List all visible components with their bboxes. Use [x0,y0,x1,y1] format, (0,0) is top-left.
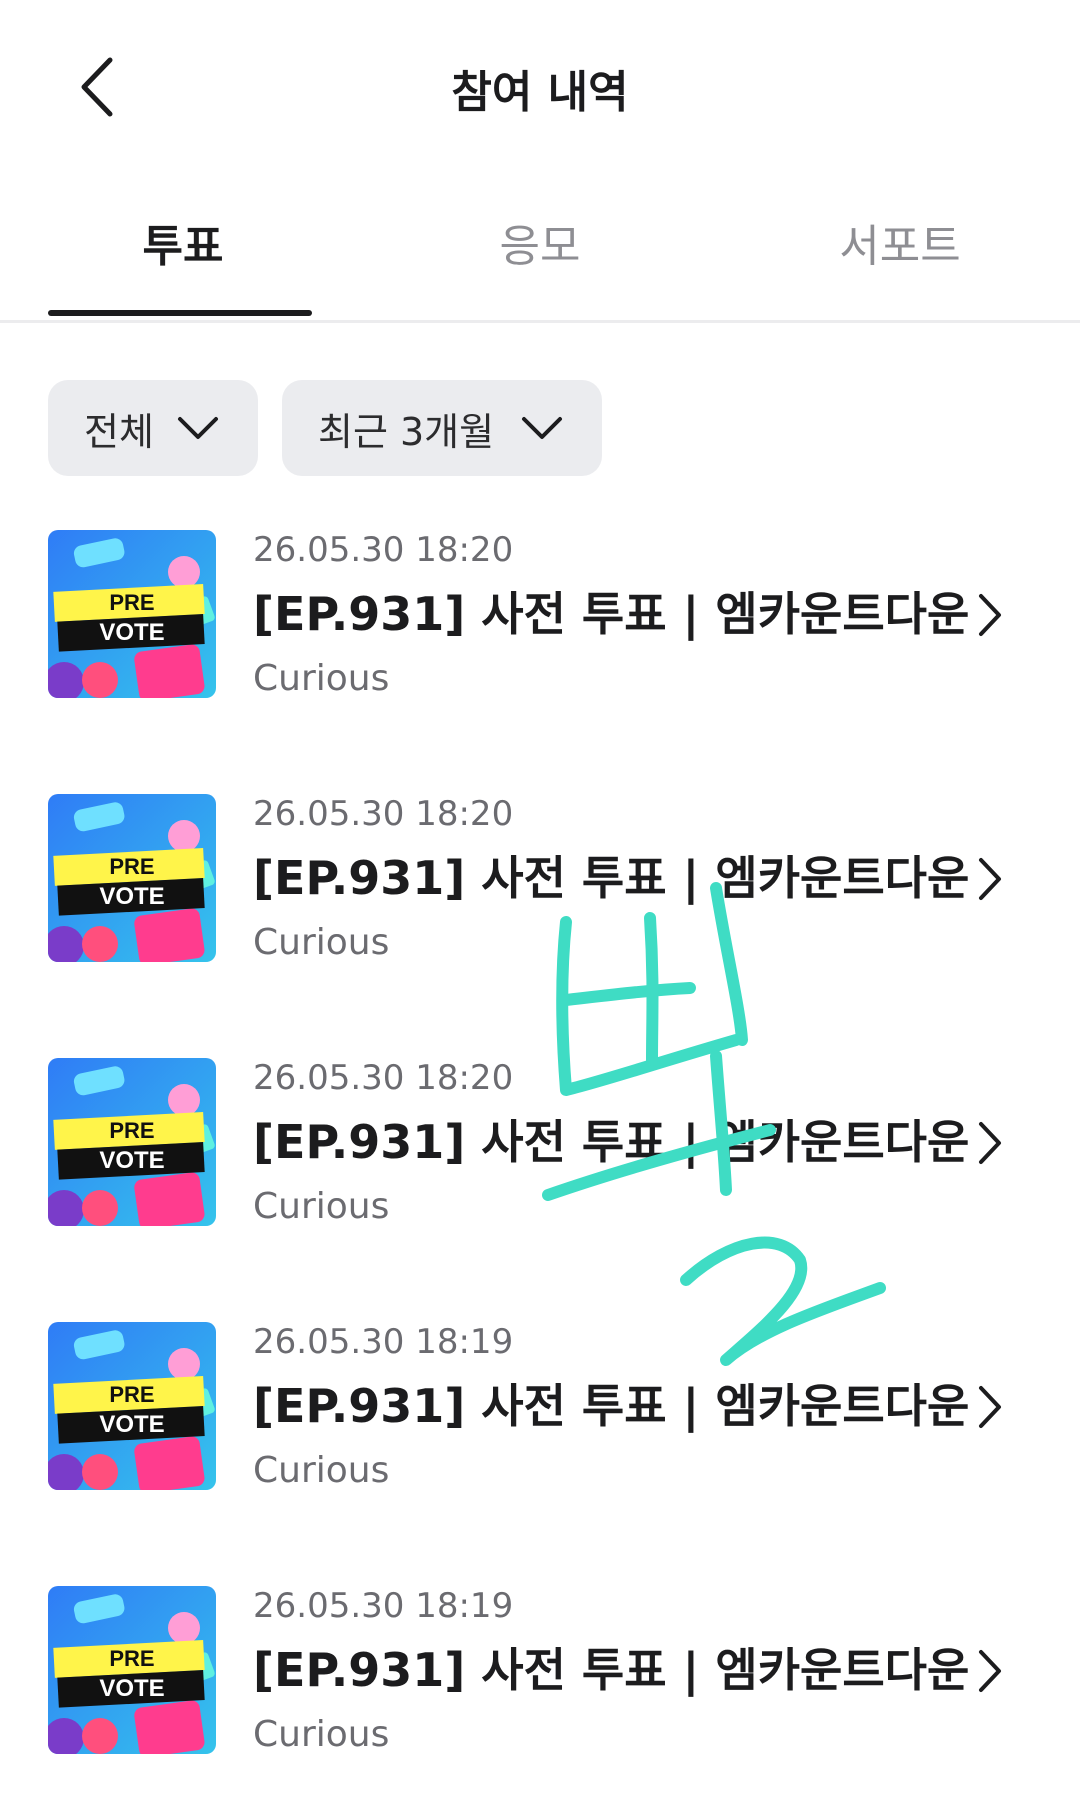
svg-text:PRE: PRE [109,1646,154,1671]
tab-support[interactable]: 서포트 [765,210,1035,274]
chevron-right-icon [975,1382,1005,1432]
item-title: [EP.931] 사전 투표 | 엠카운트다운 [253,587,970,641]
pre-vote-thumbnail: PRE VOTE [48,530,216,698]
active-tab-indicator [48,310,312,316]
list-item[interactable]: PRE VOTE 26.05.30 18:20 [EP.931] 사전 투표 |… [0,1058,1080,1228]
item-subtitle: Curious [253,1450,390,1491]
item-date: 26.05.30 18:20 [253,530,514,570]
item-date: 26.05.30 18:19 [253,1322,514,1362]
svg-text:VOTE: VOTE [99,1147,164,1174]
tab-entry[interactable]: 응모 [405,210,675,274]
item-date: 26.05.30 18:19 [253,1586,514,1626]
item-title: [EP.931] 사전 투표 | 엠카운트다운 [253,1115,970,1169]
svg-text:PRE: PRE [109,590,154,615]
list-item[interactable]: PRE VOTE 26.05.30 18:19 [EP.931] 사전 투표 |… [0,1586,1080,1756]
item-date: 26.05.30 18:20 [253,1058,514,1098]
chevron-right-icon [975,854,1005,904]
page-title: 참여 내역 [451,67,629,118]
filter-category-label: 전체 [84,409,154,454]
svg-text:VOTE: VOTE [99,883,164,910]
list-item[interactable]: PRE VOTE 26.05.30 18:20 [EP.931] 사전 투표 |… [0,530,1080,700]
svg-text:VOTE: VOTE [99,1675,164,1702]
pre-vote-thumbnail: PRE VOTE [48,1586,216,1754]
svg-text:PRE: PRE [109,1382,154,1407]
chevron-right-icon [975,590,1005,640]
pre-vote-thumbnail: PRE VOTE [48,1058,216,1226]
filter-period-dropdown[interactable]: 최근 3개월 [282,380,602,476]
chevron-right-icon [975,1646,1005,1696]
filter-category-dropdown[interactable]: 전체 [48,380,258,476]
chevron-right-icon [975,1118,1005,1168]
chevron-down-icon [522,417,562,439]
filter-period-label: 최근 3개월 [318,409,495,454]
svg-text:VOTE: VOTE [99,1411,164,1438]
list-item[interactable]: PRE VOTE 26.05.30 18:19 [EP.931] 사전 투표 |… [0,1322,1080,1492]
pre-vote-thumbnail: PRE VOTE [48,794,216,962]
pre-vote-thumbnail: PRE VOTE [48,1322,216,1490]
chevron-down-icon [178,417,218,439]
item-subtitle: Curious [253,658,390,699]
header: 참여 내역 [0,0,1080,170]
item-subtitle: Curious [253,922,390,963]
svg-text:PRE: PRE [109,1118,154,1143]
item-date: 26.05.30 18:20 [253,794,514,834]
tab-vote[interactable]: 투표 [48,210,318,274]
item-title: [EP.931] 사전 투표 | 엠카운트다운 [253,1379,970,1433]
tab-bar: 투표 응모 서포트 [0,190,1080,323]
item-title: [EP.931] 사전 투표 | 엠카운트다운 [253,1643,970,1697]
list-item[interactable]: PRE VOTE 26.05.30 18:20 [EP.931] 사전 투표 |… [0,794,1080,964]
item-subtitle: Curious [253,1714,390,1755]
svg-text:PRE: PRE [109,854,154,879]
item-title: [EP.931] 사전 투표 | 엠카운트다운 [253,851,970,905]
item-subtitle: Curious [253,1186,390,1227]
svg-text:VOTE: VOTE [99,619,164,646]
